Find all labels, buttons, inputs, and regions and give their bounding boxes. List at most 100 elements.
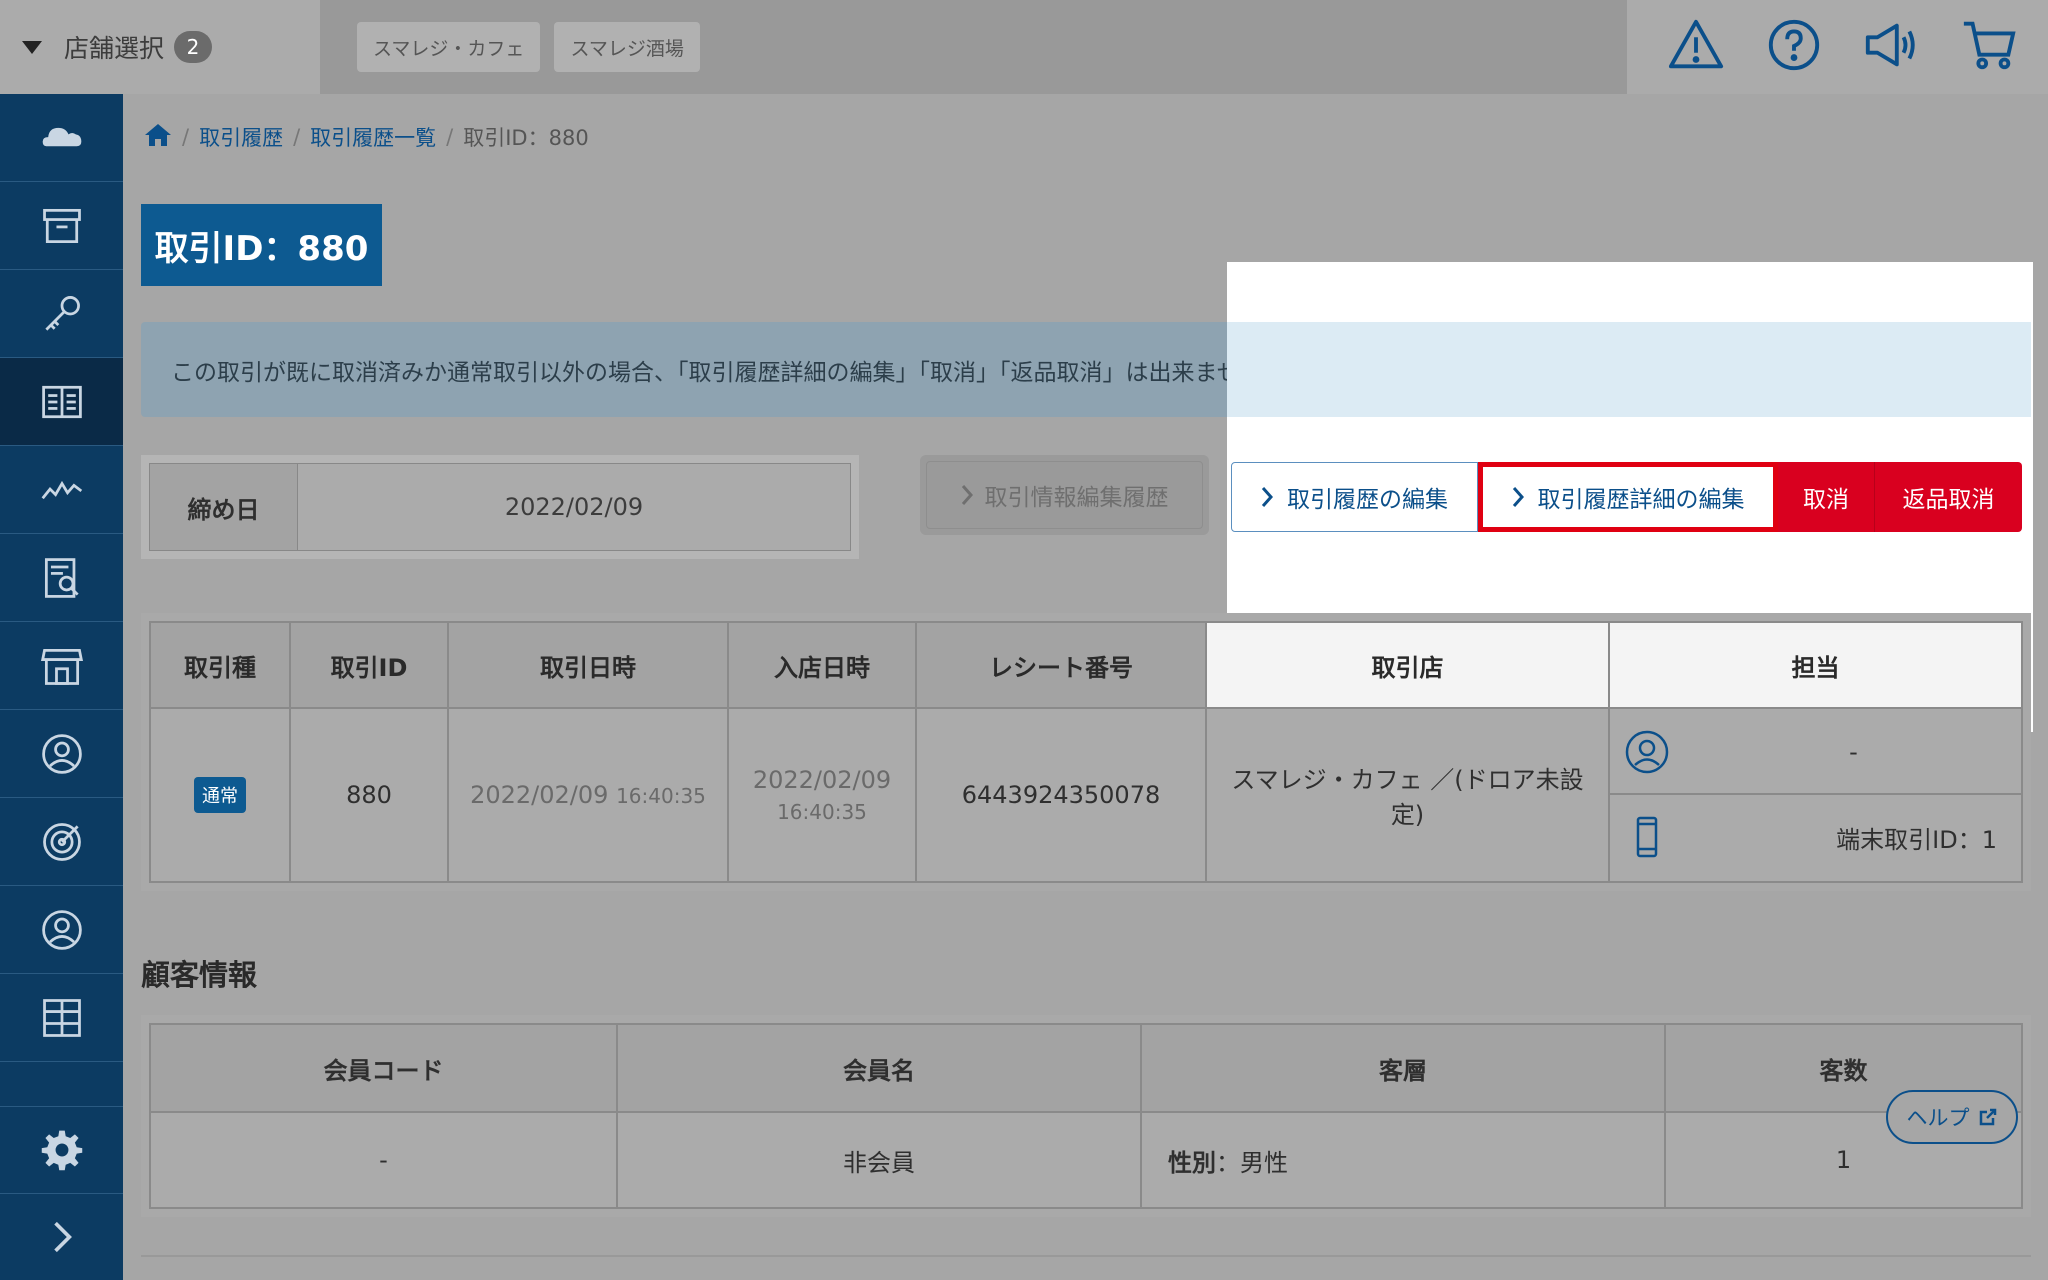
member-code-cell: - bbox=[149, 1111, 618, 1209]
table-row: - 非会員 性別：男性 1 bbox=[149, 1111, 2023, 1209]
staff-user-icon bbox=[41, 733, 82, 774]
staff-value: - bbox=[1849, 738, 1858, 766]
column-header: レシート番号 bbox=[915, 621, 1207, 709]
highlight-notice-part bbox=[1227, 322, 2031, 417]
caret-down-icon bbox=[22, 40, 42, 54]
breadcrumb-transaction-list[interactable]: 取引履歴一覧 bbox=[310, 122, 436, 152]
closing-date-box: 締め日 2022/02/09 bbox=[141, 455, 859, 559]
edit-transaction-label: 取引履歴の編集 bbox=[1287, 487, 1448, 513]
megaphone-icon[interactable] bbox=[1862, 16, 1920, 78]
smartphone-icon bbox=[1636, 816, 1658, 858]
chevron-right-icon bbox=[1261, 487, 1273, 507]
column-header: 取引種 bbox=[149, 621, 291, 709]
archive-box-icon bbox=[42, 208, 81, 243]
column-header: 担当 bbox=[1608, 621, 2023, 709]
return-cancel-button[interactable]: 返品取消 bbox=[1874, 462, 2022, 532]
breadcrumb-separator: / bbox=[446, 125, 454, 149]
chevron-right-icon bbox=[53, 1221, 72, 1253]
column-header: 客層 bbox=[1140, 1023, 1666, 1113]
table-row: 通常 880 2022/02/09 16:40:35 2022/02/09 16… bbox=[149, 707, 2023, 883]
store-icon bbox=[40, 648, 83, 685]
column-header: 入店日時 bbox=[727, 621, 917, 709]
key-icon bbox=[44, 295, 80, 331]
entry-date: 2022/02/09 bbox=[752, 766, 892, 794]
breadcrumb-transactions[interactable]: 取引履歴 bbox=[199, 122, 283, 152]
warning-icon[interactable] bbox=[1667, 16, 1725, 78]
terminal-value: 端末取引ID：1 bbox=[1836, 825, 1997, 854]
closing-date-label: 締め日 bbox=[150, 464, 298, 550]
sidebar-item-target[interactable] bbox=[0, 798, 123, 886]
help-circle-icon[interactable] bbox=[1765, 16, 1823, 78]
target-icon bbox=[42, 822, 81, 861]
page-title: 取引ID：880 bbox=[141, 204, 382, 286]
book-icon bbox=[41, 385, 82, 418]
chevron-right-icon bbox=[1512, 487, 1524, 507]
notice-text: この取引が既に取消済みか通常取引以外の場合、「取引履歴詳細の編集」「取消」「返品… bbox=[171, 359, 1286, 386]
datetime-cell: 2022/02/09 16:40:35 bbox=[447, 707, 729, 883]
store-cell: スマレジ・カフェ ／(ドロア未設定) bbox=[1205, 707, 1610, 883]
customer-section-title: 顧客情報 bbox=[141, 958, 258, 992]
sidebar-item-staff[interactable] bbox=[0, 710, 123, 798]
staff-avatar-icon bbox=[1625, 730, 1669, 774]
edit-history-log-label: 取引情報編集履歴 bbox=[984, 485, 1169, 511]
customer-user-icon bbox=[41, 909, 82, 950]
store-tabs: スマレジ・カフェ スマレジ酒場 bbox=[320, 0, 1627, 94]
help-label: ヘルプ bbox=[1906, 1106, 1970, 1130]
transaction-table-wrapper: 取引種 取引ID 取引日時 入店日時 レシート番号 取引店 担当 通常 880 … bbox=[141, 613, 2031, 891]
breadcrumb-separator: / bbox=[293, 125, 301, 149]
sidebar-item-cloud[interactable] bbox=[0, 94, 123, 182]
terminal-row: 端末取引ID：1 bbox=[1610, 795, 2021, 879]
sidebar-item-stores[interactable] bbox=[0, 622, 123, 710]
segment-value: ：男性 bbox=[1216, 1148, 1288, 1177]
table-header-row: 取引種 取引ID 取引日時 入店日時 レシート番号 取引店 担当 bbox=[149, 621, 2023, 709]
sidebar-item-settings[interactable] bbox=[0, 1106, 123, 1193]
sidebar bbox=[0, 94, 123, 1280]
store-count-badge: 2 bbox=[174, 31, 213, 63]
table-header-row: 会員コード 会員名 客層 客数 bbox=[149, 1023, 2023, 1113]
type-badge: 通常 bbox=[194, 777, 246, 813]
edit-transaction-button[interactable]: 取引履歴の編集 bbox=[1231, 462, 1478, 532]
column-header: 取引日時 bbox=[447, 621, 729, 709]
sidebar-item-key[interactable] bbox=[0, 270, 123, 358]
column-header: 会員名 bbox=[616, 1023, 1142, 1113]
column-header: 取引店 bbox=[1205, 621, 1610, 709]
staff-row: - bbox=[1610, 711, 2021, 795]
report-search-icon bbox=[44, 557, 79, 598]
cart-icon[interactable] bbox=[1960, 16, 2018, 78]
entry-datetime-cell: 2022/02/09 16:40:35 bbox=[727, 707, 917, 883]
entry-time: 16:40:35 bbox=[777, 800, 867, 824]
sidebar-item-customers[interactable] bbox=[0, 886, 123, 974]
edit-history-log-button[interactable]: 取引情報編集履歴 bbox=[920, 455, 1209, 535]
top-bar: 店舗選択 2 スマレジ・カフェ スマレジ酒場 bbox=[0, 0, 2048, 94]
store-select-label: 店舗選択 bbox=[64, 34, 165, 63]
segment-label: 性別 bbox=[1168, 1148, 1216, 1177]
store-select-dropdown[interactable]: 店舗選択 2 bbox=[0, 0, 320, 94]
member-name-cell: 非会員 bbox=[616, 1111, 1142, 1209]
sidebar-item-reports[interactable] bbox=[0, 534, 123, 622]
chevron-right-icon bbox=[961, 485, 973, 505]
breadcrumb-separator: / bbox=[182, 125, 190, 149]
home-icon[interactable] bbox=[144, 122, 172, 153]
edit-transaction-detail-button[interactable]: 取引履歴詳細の編集 bbox=[1478, 462, 1778, 532]
cancel-button[interactable]: 取消 bbox=[1778, 462, 1874, 532]
sidebar-bottom bbox=[0, 1106, 123, 1280]
sidebar-item-transactions[interactable] bbox=[0, 358, 123, 446]
action-button-group: 取引履歴の編集 取引履歴詳細の編集 取消 返品取消 bbox=[1231, 462, 2031, 532]
sidebar-item-expand[interactable] bbox=[0, 1193, 123, 1280]
sidebar-item-products[interactable] bbox=[0, 182, 123, 270]
external-link-icon bbox=[1979, 1108, 1996, 1126]
store-tab-cafe[interactable]: スマレジ・カフェ bbox=[357, 22, 541, 72]
grid-icon bbox=[42, 998, 81, 1037]
transaction-table: 取引種 取引ID 取引日時 入店日時 レシート番号 取引店 担当 通常 880 … bbox=[149, 621, 2023, 883]
segment-cell: 性別：男性 bbox=[1140, 1111, 1666, 1209]
sidebar-item-apps[interactable] bbox=[0, 974, 123, 1062]
sidebar-item-analytics[interactable] bbox=[0, 446, 123, 534]
breadcrumb: / 取引履歴 / 取引履歴一覧 / 取引ID：880 bbox=[144, 120, 589, 154]
staff-cell: - 端末取引ID：1 bbox=[1608, 707, 2023, 883]
cloud-icon bbox=[42, 127, 81, 146]
column-header: 会員コード bbox=[149, 1023, 618, 1113]
breadcrumb-current: 取引ID：880 bbox=[463, 126, 589, 150]
customer-table: 会員コード 会員名 客層 客数 - 非会員 性別：男性 1 bbox=[149, 1023, 2023, 1209]
help-button[interactable]: ヘルプ bbox=[1886, 1090, 2018, 1144]
store-tab-bar[interactable]: スマレジ酒場 bbox=[554, 22, 700, 72]
